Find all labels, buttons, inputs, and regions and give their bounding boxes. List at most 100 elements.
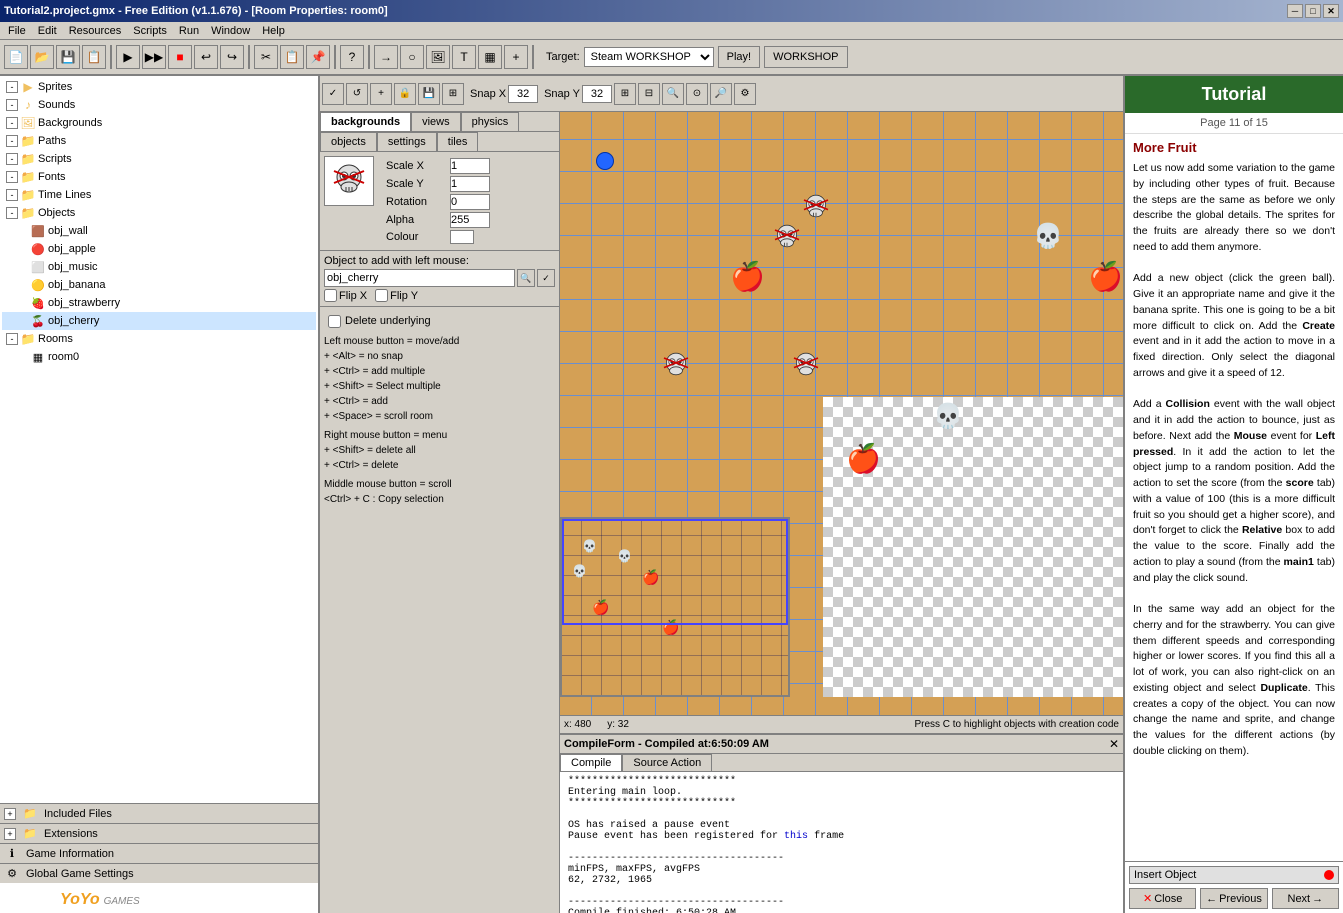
rotation-input[interactable]: [450, 194, 490, 210]
tab-objects[interactable]: objects: [320, 132, 377, 151]
room-undo-btn[interactable]: ↺: [346, 83, 368, 105]
paste-btn[interactable]: 📌: [306, 45, 330, 69]
object-btn[interactable]: ○: [400, 45, 424, 69]
tree-obj-apple[interactable]: 🔴 obj_apple: [2, 240, 316, 258]
flip-y-checkbox[interactable]: [375, 289, 388, 302]
alpha-input[interactable]: [450, 212, 490, 228]
zoom-center-btn[interactable]: ⊙: [686, 83, 708, 105]
tab-views[interactable]: views: [411, 112, 461, 131]
flip-x-checkbox[interactable]: [324, 289, 337, 302]
menu-window[interactable]: Window: [205, 22, 256, 40]
cut-btn[interactable]: ✂: [254, 45, 278, 69]
rooms-expand[interactable]: -: [6, 333, 18, 345]
close-tutorial-btn[interactable]: ✕ Close: [1129, 888, 1196, 909]
menu-file[interactable]: File: [2, 22, 32, 40]
prev-tutorial-btn[interactable]: ← Previous: [1200, 888, 1267, 909]
obj-add-search-btn[interactable]: 🔍: [517, 269, 535, 287]
save-btn[interactable]: 💾: [56, 45, 80, 69]
paths-expand[interactable]: -: [6, 135, 18, 147]
included-files-section[interactable]: + 📁 Included Files: [0, 803, 318, 823]
sprites-expand[interactable]: -: [6, 81, 18, 93]
tree-obj-music[interactable]: ⬜ obj_music: [2, 258, 316, 276]
target-select[interactable]: Steam WORKSHOP: [584, 47, 714, 67]
delete-underlying-checkbox[interactable]: [328, 315, 341, 328]
game-info-section[interactable]: ℹ Game Information: [0, 843, 318, 863]
arrow-btn[interactable]: →: [374, 45, 398, 69]
tree-sounds[interactable]: - ♪ Sounds: [2, 96, 316, 114]
tree-sprites[interactable]: - ▶ Sprites: [2, 78, 316, 96]
tree-obj-cherry[interactable]: 🍒 obj_cherry: [2, 312, 316, 330]
tree-room0[interactable]: ▦ room0: [2, 348, 316, 366]
room-add-view-btn[interactable]: +: [370, 83, 392, 105]
compile-close-btn[interactable]: ✕: [1109, 737, 1119, 751]
tree-obj-wall[interactable]: 🟫 obj_wall: [2, 222, 316, 240]
room-save-btn[interactable]: 💾: [418, 83, 440, 105]
open-btn[interactable]: 📂: [30, 45, 54, 69]
tab-settings[interactable]: settings: [377, 132, 437, 151]
workshop-btn[interactable]: WORKSHOP: [764, 46, 847, 68]
sounds-expand[interactable]: -: [6, 99, 18, 111]
font-btn[interactable]: T: [452, 45, 476, 69]
grid-toggle-btn[interactable]: ⊟: [638, 83, 660, 105]
tree-rooms[interactable]: - 📁 Rooms: [2, 330, 316, 348]
menu-resources[interactable]: Resources: [63, 22, 128, 40]
scripts-expand[interactable]: -: [6, 153, 18, 165]
ext-expand[interactable]: +: [4, 828, 16, 840]
extensions-section[interactable]: + 📁 Extensions: [0, 823, 318, 843]
tree-obj-strawberry[interactable]: 🍓 obj_strawberry: [2, 294, 316, 312]
add-btn[interactable]: +: [504, 45, 528, 69]
tree-backgrounds[interactable]: - 🖼 Backgrounds: [2, 114, 316, 132]
play-btn[interactable]: ▶: [116, 45, 140, 69]
sprite-btn[interactable]: 🖼: [426, 45, 450, 69]
inc-expand[interactable]: +: [4, 808, 16, 820]
menu-scripts[interactable]: Scripts: [127, 22, 173, 40]
snap-toggle[interactable]: ⊞: [442, 83, 464, 105]
compile-tab-source[interactable]: Source Action: [622, 754, 712, 771]
bg-expand[interactable]: -: [6, 117, 18, 129]
zoom-out-btn[interactable]: 🔎: [710, 83, 732, 105]
tree-timelines[interactable]: - 📁 Time Lines: [2, 186, 316, 204]
maximize-btn[interactable]: □: [1305, 4, 1321, 18]
menu-run[interactable]: Run: [173, 22, 205, 40]
minimize-btn[interactable]: ─: [1287, 4, 1303, 18]
tab-backgrounds[interactable]: backgrounds: [320, 112, 411, 131]
obj-add-ok-btn[interactable]: ✓: [537, 269, 555, 287]
tree-objects[interactable]: - 📁 Objects: [2, 204, 316, 222]
tl-expand[interactable]: -: [6, 189, 18, 201]
global-settings-section[interactable]: ⚙ Global Game Settings: [0, 863, 318, 883]
saveas-btn[interactable]: 📋: [82, 45, 106, 69]
room-lock-btn[interactable]: 🔒: [394, 83, 416, 105]
undo-btn[interactable]: ↩: [194, 45, 218, 69]
tab-tiles[interactable]: tiles: [437, 132, 479, 151]
fonts-expand[interactable]: -: [6, 171, 18, 183]
room-ok-btn[interactable]: ✓: [322, 83, 344, 105]
tree-fonts[interactable]: - 📁 Fonts: [2, 168, 316, 186]
zoom-in-btn[interactable]: 🔍: [662, 83, 684, 105]
play-target-btn[interactable]: Play!: [718, 46, 760, 68]
copy-btn[interactable]: 📋: [280, 45, 304, 69]
grid-view-btn[interactable]: ⊞: [614, 83, 636, 105]
snap-x-input[interactable]: [508, 85, 538, 103]
tab-physics[interactable]: physics: [461, 112, 520, 131]
scale-x-input[interactable]: [450, 158, 490, 174]
compile-tab-compile[interactable]: Compile: [560, 754, 622, 771]
tree-scripts[interactable]: - 📁 Scripts: [2, 150, 316, 168]
redo-btn[interactable]: ↪: [220, 45, 244, 69]
obj-add-input[interactable]: [324, 269, 515, 287]
snap-y-input[interactable]: [582, 85, 612, 103]
new-btn[interactable]: 📄: [4, 45, 28, 69]
menu-edit[interactable]: Edit: [32, 22, 63, 40]
grid-opt-btn[interactable]: ⚙: [734, 83, 756, 105]
menu-help[interactable]: Help: [256, 22, 291, 40]
colour-picker[interactable]: [450, 230, 474, 244]
help-icon-btn[interactable]: ?: [340, 45, 364, 69]
stop-btn[interactable]: ■: [168, 45, 192, 69]
next-tutorial-btn[interactable]: Next →: [1272, 888, 1339, 909]
tree-obj-banana[interactable]: 🟡 obj_banana: [2, 276, 316, 294]
scale-y-input[interactable]: [450, 176, 490, 192]
room-canvas[interactable]: 🍎 💀: [560, 112, 1123, 715]
close-btn-title[interactable]: ✕: [1323, 4, 1339, 18]
tree-paths[interactable]: - 📁 Paths: [2, 132, 316, 150]
play2-btn[interactable]: ▶▶: [142, 45, 166, 69]
obj-expand[interactable]: -: [6, 207, 18, 219]
